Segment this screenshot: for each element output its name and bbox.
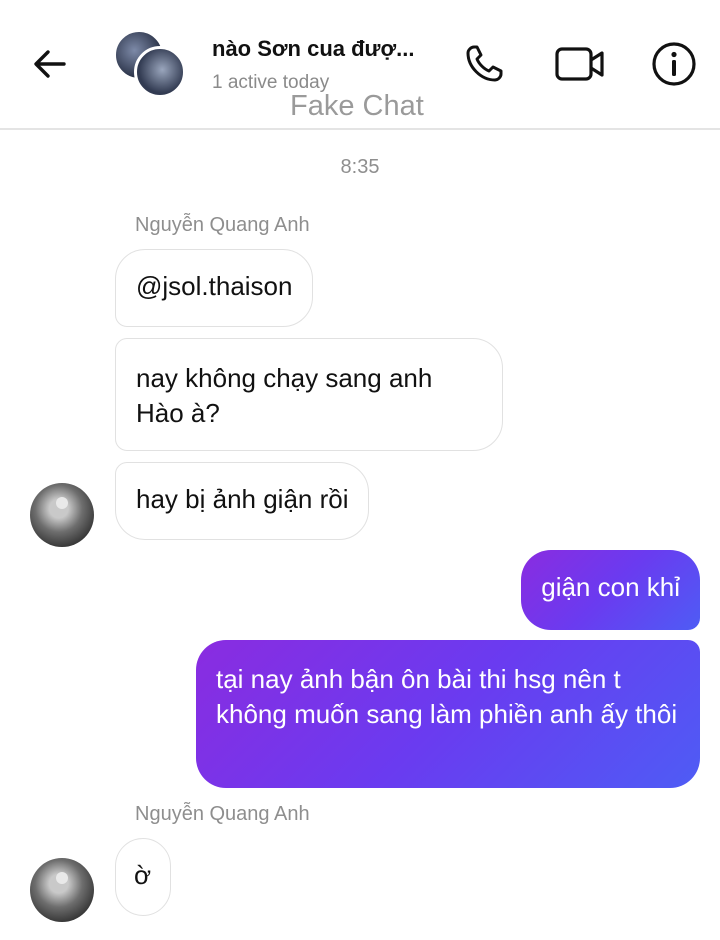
outgoing-message[interactable]: tại nay ảnh bận ôn bài thi hsg nên t khô… xyxy=(196,640,700,788)
conversation-title[interactable]: nào Sơn cua đượ... xyxy=(212,36,432,62)
group-avatar-photo-2 xyxy=(134,46,186,98)
outgoing-message[interactable]: giận con khỉ xyxy=(521,550,700,630)
info-icon xyxy=(652,42,696,86)
sender-name: Nguyễn Quang Anh xyxy=(135,803,310,825)
video-call-button[interactable] xyxy=(554,40,608,88)
chat-header: nào Sơn cua đượ... 1 active today Fake C… xyxy=(0,0,720,130)
sender-avatar[interactable] xyxy=(30,483,94,547)
incoming-message[interactable]: hay bị ảnh giận rồi xyxy=(115,462,370,540)
sender-avatar[interactable] xyxy=(30,858,94,922)
message-timestamp: 8:35 xyxy=(340,156,380,178)
video-camera-icon xyxy=(555,47,604,81)
incoming-message[interactable]: @jsol.thaison xyxy=(115,249,314,327)
sender-name: Nguyễn Quang Anh xyxy=(135,214,310,236)
incoming-message[interactable]: ờ xyxy=(115,838,171,916)
back-button[interactable] xyxy=(28,42,72,86)
incoming-message[interactable]: nay không chạy sang anh Hào à? xyxy=(115,338,503,451)
call-button[interactable] xyxy=(460,40,508,88)
back-arrow-icon xyxy=(34,50,66,78)
watermark-text: Fake Chat xyxy=(290,90,424,122)
group-avatar[interactable] xyxy=(114,30,186,98)
info-button[interactable] xyxy=(650,40,698,88)
phone-icon xyxy=(466,45,503,82)
